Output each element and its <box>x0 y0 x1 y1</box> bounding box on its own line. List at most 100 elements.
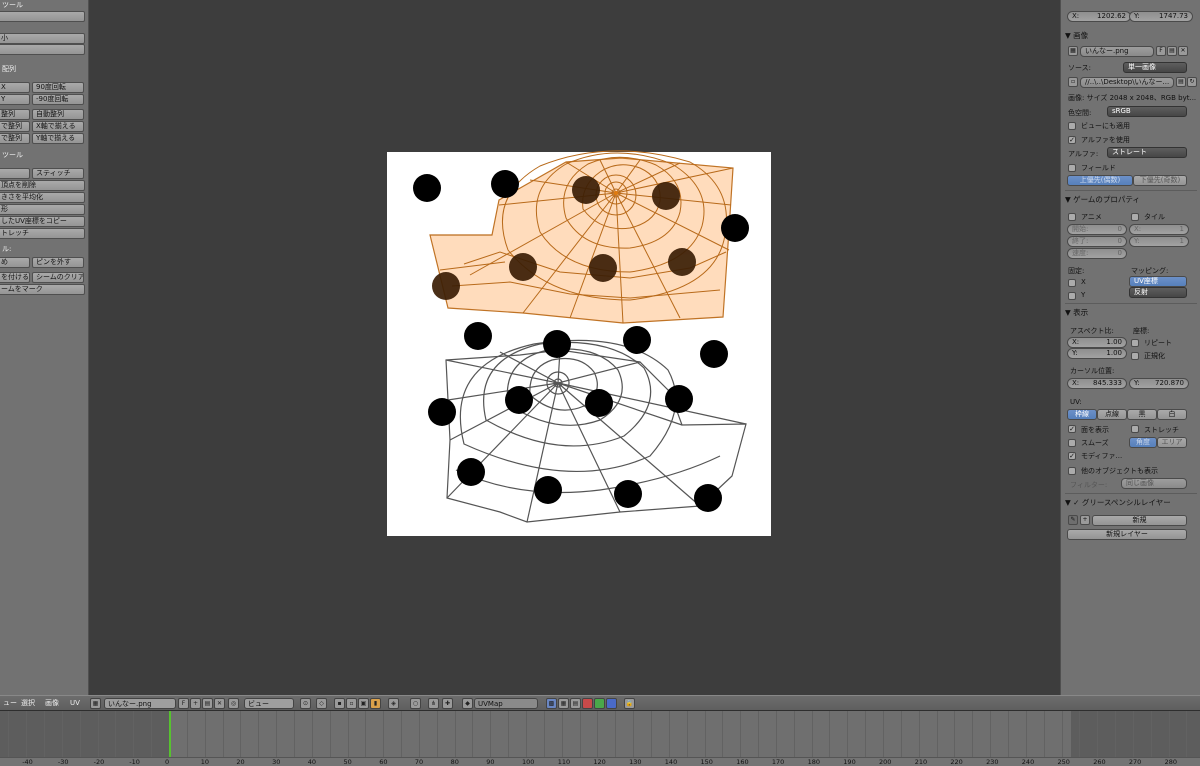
open-folder-icon[interactable]: ▤ <box>1167 46 1177 56</box>
new-grease-button[interactable]: 新規 <box>1092 515 1187 526</box>
menu-view[interactable]: ュー <box>3 698 17 709</box>
new-layer-button[interactable]: 新規レイヤー <box>1067 529 1187 540</box>
mode-dropdown[interactable]: ビュー <box>244 698 294 709</box>
grease-pencil-title[interactable]: ▼ ✓ グリースペンシルレイヤー <box>1065 497 1171 508</box>
tool-button-empty[interactable] <box>0 168 30 179</box>
channel-rgb-icon[interactable]: ▩ <box>546 698 557 709</box>
smooth-checkbox[interactable] <box>1068 439 1076 447</box>
aspect-x-field[interactable]: X: 1.00 <box>1067 337 1127 348</box>
close-icon[interactable]: ✕ <box>1178 46 1188 56</box>
image-browse-icon[interactable]: ▦ <box>1068 46 1078 56</box>
reload-icon[interactable]: ↻ <box>1187 77 1197 87</box>
stitch-button[interactable]: スティッチ <box>32 168 84 179</box>
tool-button-3[interactable] <box>0 44 85 55</box>
sticky-select-icon[interactable]: ◈ <box>388 698 399 709</box>
tool-button-1[interactable] <box>0 11 85 22</box>
use-alpha-checkbox[interactable]: ✓ <box>1068 136 1076 144</box>
channel-blue-icon[interactable] <box>606 698 617 709</box>
anim-end-field[interactable]: 終了: 0 <box>1067 236 1127 247</box>
lower-first-button[interactable]: 下優先(奇数) <box>1133 175 1187 186</box>
other-objects-checkbox[interactable] <box>1068 467 1076 475</box>
clamp-y-checkbox[interactable] <box>1068 292 1076 300</box>
align-x-axis-button[interactable]: X軸で揃える <box>32 121 84 132</box>
clear-seam-button[interactable]: シームのクリア <box>32 272 84 283</box>
mark-seam-button[interactable]: を付ける <box>0 272 30 283</box>
fake-user-icon[interactable]: F <box>1156 46 1166 56</box>
image-section-title[interactable]: ▼ 画像 <box>1065 30 1088 41</box>
pivot-icon[interactable]: ⊙ <box>300 698 311 709</box>
anim-start-field[interactable]: 開始: 0 <box>1067 224 1127 235</box>
pin-button[interactable]: め <box>0 257 30 268</box>
anime-checkbox[interactable] <box>1068 213 1076 221</box>
edge-select-icon[interactable]: ▫ <box>346 698 357 709</box>
shape-button[interactable]: 形 <box>0 204 85 215</box>
pencil-icon[interactable]: ✎ <box>1068 515 1078 525</box>
image-browse-icon[interactable]: ▦ <box>90 698 101 709</box>
channel-green-icon[interactable] <box>594 698 605 709</box>
close-icon[interactable]: ✕ <box>214 698 225 709</box>
channel-alpha-icon[interactable]: ▦ <box>558 698 569 709</box>
auto-align-button[interactable]: 自動整列 <box>32 109 84 120</box>
add-icon[interactable]: + <box>190 698 201 709</box>
cursor-x-field[interactable]: X: 845.333 <box>1067 378 1127 389</box>
modifier-checkbox[interactable]: ✓ <box>1068 452 1076 460</box>
aspect-y-field[interactable]: Y: 1.00 <box>1067 348 1127 359</box>
tile-y-field[interactable]: Y: 1 <box>1129 236 1189 247</box>
shelf-header-tools[interactable]: ツール <box>0 0 23 11</box>
copy-uv-button[interactable]: したUV座標をコピー <box>0 216 85 227</box>
filter-dropdown[interactable]: 同じ画像 <box>1121 478 1187 489</box>
remove-vertex-button[interactable]: 頂点を削除 <box>0 180 85 191</box>
lock-icon[interactable]: 🔒 <box>624 698 635 709</box>
angle-button[interactable]: 角度 <box>1129 437 1157 448</box>
filepath-field[interactable]: //..\..\Desktop\いんなー... <box>1080 77 1174 88</box>
channel-red-icon[interactable] <box>582 698 593 709</box>
menu-uv[interactable]: UV <box>70 698 80 709</box>
unpin-button[interactable]: ピンを外す <box>32 257 84 268</box>
align-y-button[interactable]: で整列 <box>0 133 30 144</box>
shelf-header-tool[interactable]: ツール <box>0 150 23 161</box>
fields-checkbox[interactable] <box>1068 164 1076 172</box>
rotate-neg-90-button[interactable]: -90度回転 <box>32 94 84 105</box>
stretch-button[interactable]: トレッチ <box>0 228 85 239</box>
uv-canvas[interactable] <box>89 0 1060 695</box>
clamp-x-checkbox[interactable] <box>1068 279 1076 287</box>
tool-button-shrink[interactable]: 小 <box>0 33 85 44</box>
area-button[interactable]: エリア <box>1157 437 1187 448</box>
uv-black-button[interactable]: 黒 <box>1127 409 1157 420</box>
browse-folder-icon[interactable]: ▤ <box>1176 77 1186 87</box>
sync-select-icon[interactable]: ◇ <box>316 698 327 709</box>
colorspace-dropdown[interactable]: sRGB <box>1107 106 1187 117</box>
shelf-header-array[interactable]: 配列 <box>0 64 16 75</box>
open-folder-icon[interactable]: ▤ <box>202 698 213 709</box>
uv-coord-option[interactable]: UV座標 <box>1129 276 1187 287</box>
rotate-90-button[interactable]: 90度回転 <box>32 82 84 93</box>
menu-select[interactable]: 選択 <box>21 698 35 709</box>
align-x-button[interactable]: で整列 <box>0 121 30 132</box>
cursor-y-field[interactable]: Y: 720.870 <box>1129 378 1189 389</box>
tile-x-field[interactable]: X: 1 <box>1129 224 1189 235</box>
uv-white-button[interactable]: 白 <box>1157 409 1187 420</box>
menu-image[interactable]: 画像 <box>45 698 59 709</box>
mirror-x-button[interactable]: X <box>0 82 30 93</box>
face-select-icon[interactable]: ▣ <box>358 698 369 709</box>
channel-z-icon[interactable]: ▤ <box>570 698 581 709</box>
reflect-option[interactable]: 反射 <box>1129 287 1187 298</box>
align-button[interactable]: 整列 <box>0 109 30 120</box>
vertex-select-icon[interactable]: ▪ <box>334 698 345 709</box>
snap-icon[interactable]: ⋔ <box>428 698 439 709</box>
seam-mark-button[interactable]: ームをマーク <box>0 284 85 295</box>
timeline[interactable]: -40 -30 -20 -10 0 10 20 30 40 50 60 70 80 90 100 110 120… <box>0 711 1200 766</box>
normalized-checkbox[interactable] <box>1131 352 1139 360</box>
uv-outline-button[interactable]: 枠線 <box>1067 409 1097 420</box>
display-section-title[interactable]: ▼ 表示 <box>1065 307 1088 318</box>
selected-vertex[interactable] <box>614 191 618 195</box>
add-icon[interactable]: + <box>1080 515 1090 525</box>
upper-first-button[interactable]: 上優先(偶数) <box>1067 175 1133 186</box>
anim-speed-field[interactable]: 速度: 0 <box>1067 248 1127 259</box>
proportional-edit-icon[interactable]: ○ <box>410 698 421 709</box>
average-size-button[interactable]: きさを平均化 <box>0 192 85 203</box>
mirror-y-button[interactable]: Y <box>0 94 30 105</box>
snap-target-icon[interactable]: ✚ <box>442 698 453 709</box>
alpha-dropdown[interactable]: ストレート <box>1107 147 1187 158</box>
uv-viewport[interactable] <box>89 0 1060 695</box>
